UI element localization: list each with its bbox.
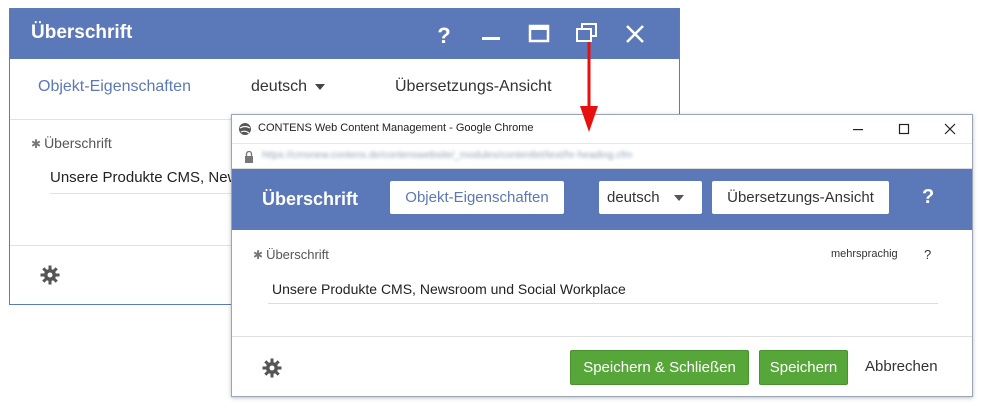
field-help-icon[interactable]: ? bbox=[924, 247, 931, 262]
browser-titlebar: CONTENS Web Content Management - Google … bbox=[232, 115, 972, 144]
minimize-icon[interactable] bbox=[850, 121, 866, 137]
gear-icon[interactable] bbox=[262, 358, 282, 383]
field-label-text: Überschrift bbox=[266, 247, 329, 262]
heading-input[interactable]: Unsere Produkte CMS, News bbox=[50, 169, 246, 186]
chevron-down-icon bbox=[315, 83, 326, 90]
tab-translation-view[interactable]: Übersetzungs-Ansicht bbox=[395, 78, 552, 96]
tab-translation-view[interactable]: Übersetzungs-Ansicht bbox=[712, 181, 889, 214]
lock-icon bbox=[244, 150, 254, 168]
language-select-label: deutsch bbox=[251, 78, 308, 95]
save-and-close-button[interactable]: Speichern & Schließen bbox=[570, 350, 749, 385]
save-button[interactable]: Speichern bbox=[759, 350, 848, 385]
divider bbox=[232, 336, 972, 337]
help-icon[interactable]: ? bbox=[431, 23, 457, 49]
field-label: ✱ Überschrift bbox=[253, 247, 329, 262]
input-underline bbox=[268, 303, 938, 304]
browser-window-title: CONTENS Web Content Management - Google … bbox=[258, 122, 534, 134]
dialog-front-title: Überschrift bbox=[262, 189, 359, 209]
field-label: ✱ Überschrift bbox=[31, 135, 112, 151]
close-icon[interactable] bbox=[622, 21, 648, 47]
field-label-text: Überschrift bbox=[44, 135, 112, 151]
help-icon[interactable]: ? bbox=[922, 186, 934, 209]
close-icon[interactable] bbox=[942, 121, 958, 137]
url-text: https://cmsnew.contens.de/contenswebsite… bbox=[262, 150, 633, 161]
multilingual-label: mehrsprachig bbox=[831, 248, 898, 260]
minimize-icon[interactable] bbox=[478, 21, 504, 47]
maximize-icon[interactable] bbox=[896, 121, 912, 137]
dialog-front-header: Überschrift Objekt-Eigenschaften deutsch… bbox=[232, 169, 972, 230]
globe-icon bbox=[238, 122, 252, 141]
chevron-down-icon bbox=[673, 195, 684, 202]
required-star-icon: ✱ bbox=[31, 137, 42, 151]
address-bar[interactable]: https://cmsnew.contens.de/contenswebsite… bbox=[232, 144, 972, 169]
tab-object-properties[interactable]: Objekt-Eigenschaften bbox=[38, 78, 191, 96]
cancel-button[interactable]: Abbrechen bbox=[865, 358, 938, 375]
browser-window: CONTENS Web Content Management - Google … bbox=[231, 114, 973, 397]
red-arrow-icon bbox=[580, 42, 598, 132]
tab-object-properties[interactable]: Objekt-Eigenschaften bbox=[390, 181, 564, 214]
gear-icon[interactable] bbox=[40, 265, 60, 290]
heading-input[interactable]: Unsere Produkte CMS, Newsroom und Social… bbox=[272, 281, 626, 297]
dialog-back-title: Überschrift bbox=[31, 22, 133, 43]
maximize-icon[interactable] bbox=[526, 21, 552, 47]
language-select[interactable]: deutsch bbox=[251, 78, 326, 96]
required-star-icon: ✱ bbox=[253, 248, 264, 262]
language-select-label: deutsch bbox=[607, 189, 660, 206]
language-select[interactable]: deutsch bbox=[599, 181, 702, 214]
